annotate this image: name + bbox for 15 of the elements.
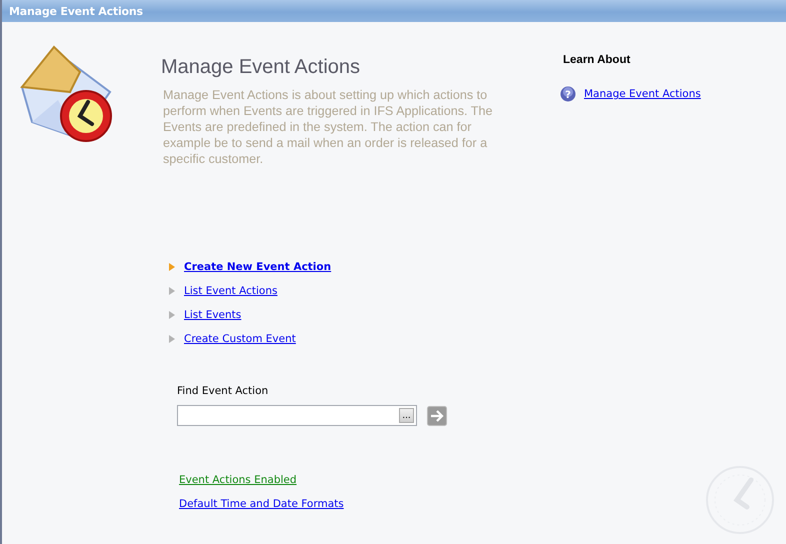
learn-link[interactable]: Manage Event Actions [584,88,701,100]
action-link[interactable]: Create Custom Event [184,333,296,345]
arrow-right-icon[interactable] [427,406,447,426]
action-link[interactable]: List Events [184,309,242,321]
settings-link[interactable]: Default Time and Date Formats [179,498,786,514]
action-link[interactable]: List Event Actions [184,285,278,297]
browse-button[interactable]: ... [399,408,414,423]
status-link[interactable]: Event Actions Enabled [179,474,786,490]
search-field[interactable]: ... [177,405,417,426]
page-heading: Manage Event Actions [161,56,362,79]
window-title: Manage Event Actions [9,4,143,18]
description-text: Manage Event Actions is about setting up which actions to perform when Events are triggered in IFS Applications. The Events are predefined in the system. The action can for example be to send a mail when an order is released for a specific customer. [163,87,494,167]
learn-about-heading: Learn About [563,54,632,66]
action-link[interactable]: Create New Event Action [184,261,332,273]
find-label: Find Event Action [177,385,270,397]
